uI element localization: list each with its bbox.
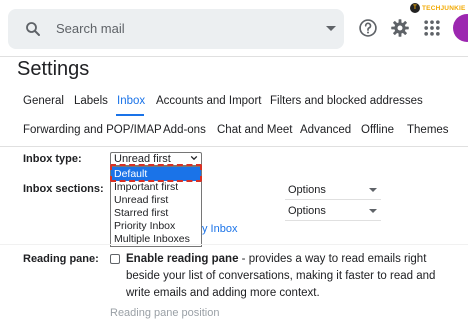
reading-pane-checkbox[interactable] (110, 254, 120, 264)
page-title: Settings (17, 58, 90, 80)
tab-labels[interactable]: Labels (74, 95, 108, 107)
active-tab-indicator (116, 114, 144, 116)
inbox-sections-label: Inbox sections: (23, 183, 104, 195)
tab-general[interactable]: General (23, 95, 64, 107)
reading-pane-checkbox-label[interactable]: Enable reading pane (126, 253, 238, 265)
highlight-annotation (110, 164, 202, 182)
tab-advanced[interactable]: Advanced (300, 124, 351, 136)
dropdown-option-priority-inbox[interactable]: Priority Inbox (114, 220, 175, 232)
search-bar[interactable]: Search mail (8, 9, 344, 49)
tab-themes[interactable]: Themes (407, 124, 449, 136)
dropdown-option-starred-first[interactable]: Starred first (114, 207, 168, 219)
tab-forwarding-and-pop-imap[interactable]: Forwarding and POP/IMAP (23, 124, 162, 136)
dropdown-option-important-first[interactable]: Important first (114, 181, 178, 193)
search-input[interactable]: Search mail (56, 21, 125, 36)
section-options-underline-2 (285, 220, 381, 221)
reading-pane-description: Enable reading pane - provides a way to … (126, 251, 462, 302)
logo-mark: T (410, 3, 420, 13)
section-options-value-1: Options (288, 184, 326, 196)
dropdown-option-unread-first[interactable]: Unread first (114, 194, 168, 206)
help-icon[interactable] (358, 18, 378, 38)
techjunkie-logo: T TECHJUNKIE (410, 2, 466, 14)
tabs-divider (0, 146, 468, 147)
tab-chat-and-meet[interactable]: Chat and Meet (217, 124, 292, 136)
gear-icon[interactable] (390, 18, 410, 38)
search-icon[interactable] (24, 20, 42, 38)
caret-down-icon (369, 209, 377, 213)
section-divider (0, 244, 468, 245)
tab-accounts-and-import[interactable]: Accounts and Import (156, 95, 261, 107)
caret-down-icon (369, 188, 377, 192)
tab-filters-and-blocked-addresses[interactable]: Filters and blocked addresses (270, 95, 423, 107)
tab-offline[interactable]: Offline (361, 124, 394, 136)
tab-add-ons[interactable]: Add-ons (163, 124, 206, 136)
customize-inbox-link[interactable]: y Inbox (202, 223, 237, 235)
reading-pane-position-label: Reading pane position (110, 307, 220, 319)
section-options-select-2[interactable]: Options (285, 205, 381, 217)
inbox-type-label: Inbox type: (23, 153, 82, 165)
avatar[interactable] (453, 14, 468, 42)
reading-pane-label: Reading pane: (23, 253, 99, 265)
header-divider (0, 56, 468, 57)
section-options-value-2: Options (288, 205, 326, 217)
apps-grid-icon[interactable] (422, 18, 442, 38)
section-options-underline-1 (285, 199, 381, 200)
section-options-select-1[interactable]: Options (285, 184, 381, 196)
search-options-caret-icon[interactable] (326, 26, 336, 31)
logo-text: TECHJUNKIE (422, 4, 466, 12)
chevron-down-icon (190, 155, 198, 161)
tab-inbox[interactable]: Inbox (117, 95, 145, 107)
